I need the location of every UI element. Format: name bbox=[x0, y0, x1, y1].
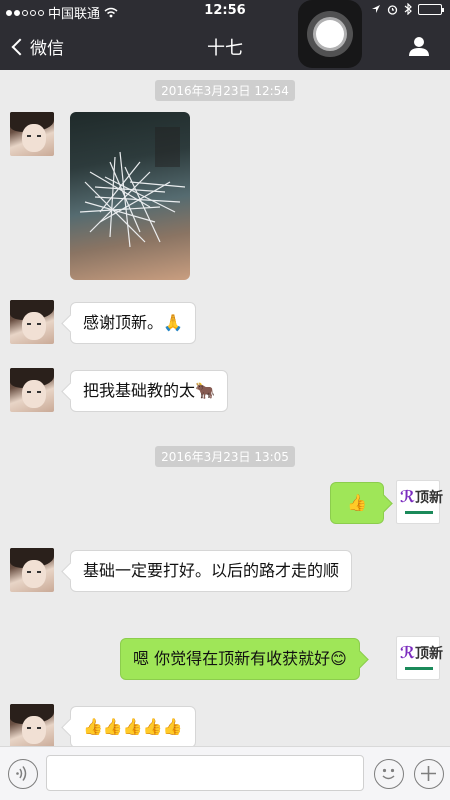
voice-icon bbox=[16, 766, 27, 781]
avatar-logo: ℛ顶新 bbox=[400, 487, 444, 506]
message-text: 👍👍👍👍👍 bbox=[83, 717, 183, 736]
contact-avatar[interactable] bbox=[10, 548, 54, 592]
timestamp-label: 2016年3月23日 13:05 bbox=[155, 446, 295, 467]
more-button[interactable] bbox=[414, 759, 444, 789]
timestamp: 2016年3月23日 12:54 bbox=[0, 80, 450, 101]
avatar-logo: ℛ顶新 bbox=[400, 643, 444, 662]
contact-avatar[interactable] bbox=[10, 112, 54, 156]
message-bubble[interactable]: 基础一定要打好。以后的路才走的顺 bbox=[70, 550, 352, 592]
timestamp: 2016年3月23日 13:05 bbox=[0, 446, 450, 467]
nav-bar: 微信 十七 bbox=[0, 22, 450, 70]
emoji-button[interactable] bbox=[374, 759, 404, 789]
message-text: 把我基础教的太🐂 bbox=[83, 381, 215, 400]
profile-icon[interactable] bbox=[408, 35, 430, 57]
message-bubble[interactable]: 👍👍👍👍👍 bbox=[70, 706, 196, 748]
status-icons bbox=[371, 3, 444, 15]
photo-content bbox=[79, 127, 186, 248]
message-text: 感谢顶新。🙏 bbox=[83, 313, 183, 332]
message-bubble[interactable]: 嗯 你觉得在顶新有收获就好😊 bbox=[120, 638, 360, 680]
message-text: 嗯 你觉得在顶新有收获就好😊 bbox=[133, 649, 347, 668]
contact-avatar[interactable] bbox=[10, 300, 54, 344]
plus-icon bbox=[421, 766, 436, 781]
alarm-icon bbox=[387, 4, 398, 15]
message-bubble[interactable]: 👍 bbox=[330, 482, 384, 524]
message-input[interactable] bbox=[46, 755, 364, 791]
timestamp-label: 2016年3月23日 12:54 bbox=[155, 80, 295, 101]
message-text: 👍 bbox=[347, 493, 367, 512]
message-bubble[interactable]: 感谢顶新。🙏 bbox=[70, 302, 196, 344]
smiley-icon bbox=[382, 768, 395, 780]
my-avatar[interactable]: ℛ顶新 bbox=[396, 480, 444, 524]
location-icon bbox=[372, 5, 380, 13]
status-bar: 中国联通 12:56 bbox=[0, 0, 450, 22]
voice-button[interactable] bbox=[8, 759, 38, 789]
contact-avatar[interactable] bbox=[10, 704, 54, 748]
message-text: 基础一定要打好。以后的路才走的顺 bbox=[83, 561, 340, 580]
my-avatar[interactable]: ℛ顶新 bbox=[396, 636, 444, 680]
contact-avatar[interactable] bbox=[10, 368, 54, 412]
message-bubble[interactable]: 把我基础教的太🐂 bbox=[70, 370, 228, 412]
chat-title: 十七 bbox=[207, 38, 243, 59]
image-message[interactable] bbox=[70, 112, 190, 280]
assistive-touch-button[interactable] bbox=[298, 0, 362, 68]
battery-icon bbox=[418, 3, 444, 15]
bluetooth-icon bbox=[404, 3, 412, 15]
input-bar bbox=[0, 746, 450, 800]
